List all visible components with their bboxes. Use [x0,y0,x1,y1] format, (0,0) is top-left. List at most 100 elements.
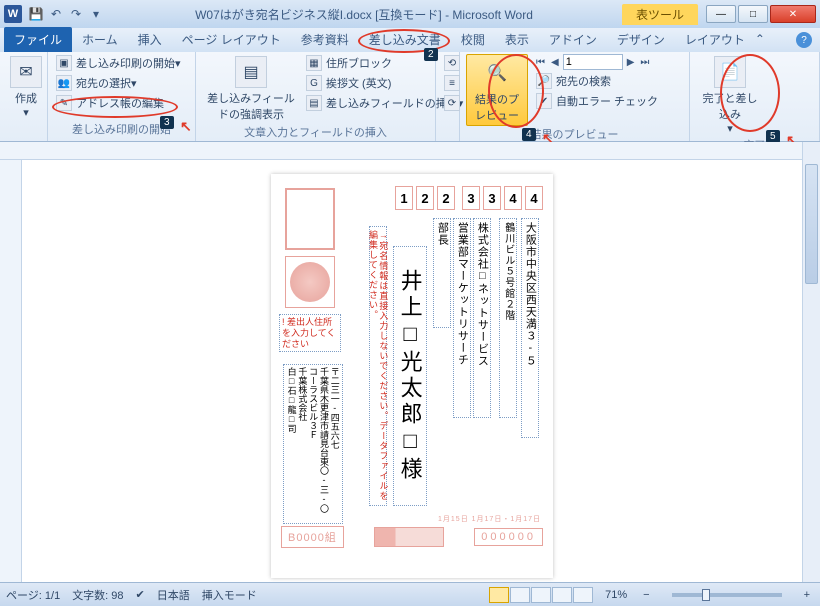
update-icon: ⟳ [444,95,460,111]
view-draft[interactable] [573,587,593,603]
start-label: 差し込み印刷の開始 [76,55,175,71]
ruler-horizontal[interactable] [0,142,802,160]
zoom-in-button[interactable]: + [800,589,814,601]
last-record-button[interactable]: ⏭ [638,57,651,68]
check-icon: ✔ [536,93,552,109]
vertical-scrollbar[interactable] [802,142,820,582]
lottery-group-number: B0000組 [281,526,344,548]
highlight-label: 差し込みフィールドの強調表示 [206,90,296,122]
find-icon: 🔎 [536,73,552,89]
finish-merge-button[interactable]: 📄完了と差し込み▾ [696,54,764,137]
lottery-serial-number: 000000 [474,528,543,546]
app-icon: W [4,5,22,23]
auto-check-label: 自動エラー チェック [556,93,658,109]
tab-view[interactable]: 表示 [495,27,539,52]
tab-references[interactable]: 参考資料 [291,27,359,52]
group-start-label: 差し込み印刷の開始 [54,121,189,139]
tab-page-layout[interactable]: ページ レイアウト [172,27,291,52]
recipient-department-field[interactable]: 営業部マーケットリサーチ [453,218,471,418]
preview-results-button[interactable]: 🔍結果のプレビュー [466,54,528,126]
auto-check-errors-button[interactable]: ✔自動エラー チェック [534,92,660,110]
view-outline[interactable] [552,587,572,603]
sender-block[interactable]: 白□石□龍□司 千葉株式会社 コーラスビル３Ｆ 千葉県木更津市請見台東〇‐三‐〇… [283,364,343,524]
zoom-slider[interactable] [672,593,782,597]
postcard-bottom-band: B0000組 000000 [281,526,543,548]
edit-recipients-label: アドレス帳の編集 [76,95,164,111]
find-recipient-button[interactable]: 🔎宛先の検索 [534,72,660,90]
status-word-count[interactable]: 文字数: 98 [72,587,123,603]
crane-decoration [374,527,444,547]
document-area: ! 差出人住所を入力してください 1 2 2 3 3 4 4 大阪市中央区西天満… [0,142,802,582]
edit-recipient-list-button[interactable]: ✎アドレス帳の編集 [54,94,183,112]
recipients-icon: 👥 [56,75,72,91]
zoom-out-button[interactable]: − [639,589,653,601]
create-button[interactable]: ✉作成▾ [6,54,46,121]
select-recipients-label: 宛先の選択 [76,75,131,91]
tab-file[interactable]: ファイル [4,27,72,52]
recipient-company-field[interactable]: 株式会社□ネットサービス [473,218,491,418]
contextual-tab-table-tools[interactable]: 表ツール [622,4,698,25]
status-proofing-icon[interactable]: ✔ [136,588,145,601]
tab-home[interactable]: ホーム [72,27,128,52]
recipient-title-field[interactable]: 部長 [433,218,451,328]
maximize-button[interactable]: □ [738,5,768,23]
preview-icon: 🔍 [481,57,513,89]
tab-insert[interactable]: 挿入 [128,27,172,52]
select-recipients-button[interactable]: 👥宛先の選択 ▾ [54,74,183,92]
zoom-slider-knob[interactable] [702,589,710,601]
status-page[interactable]: ページ: 1/1 [6,587,60,603]
view-full-screen[interactable] [510,587,530,603]
qat-save[interactable]: 💾 [27,5,45,23]
tab-addin[interactable]: アドイン [539,27,607,52]
ruler-vertical[interactable] [0,160,22,582]
tab-design[interactable]: デザイン [607,27,675,52]
finish-label: 完了と差し込み [700,90,760,122]
scroll-thumb[interactable] [805,164,818,284]
start-mail-merge-button[interactable]: ▣差し込み印刷の開始 ▾ [54,54,183,72]
next-record-button[interactable]: ▶ [625,57,637,68]
status-zoom-value[interactable]: 71% [605,589,627,601]
document-canvas[interactable]: ! 差出人住所を入力してください 1 2 2 3 3 4 4 大阪市中央区西天満… [22,160,802,582]
close-button[interactable]: ✕ [770,5,816,23]
recipient-building-field[interactable]: 鶴川ビル５号館２階 [499,218,517,418]
sender-company: 千葉株式会社 [297,367,307,521]
minimize-button[interactable]: — [706,5,736,23]
first-record-button[interactable]: ⏮ [534,57,547,68]
sender-addr1: 〒二三一‐四五六七 [329,367,339,521]
address-block-label: 住所ブロック [326,55,392,71]
tab-mailings[interactable]: 差し込み文書 [359,27,451,52]
postcode-cell: 2 [437,186,455,210]
insert-field-icon: ▤ [306,95,322,111]
edit-icon: ✎ [56,95,72,111]
status-insert-mode[interactable]: 挿入モード [202,587,257,603]
tab-review[interactable]: 校閲 [451,27,495,52]
highlight-merge-fields-button[interactable]: ▤差し込みフィールドの強調表示 [202,54,300,124]
prev-record-button[interactable]: ◀ [549,57,561,68]
status-bar: ページ: 1/1 文字数: 98 ✔ 日本語 挿入モード 71% − + [0,582,820,606]
recipient-name-field[interactable]: 井上□光太郎□様 [393,246,427,506]
warn-text: →宛名情報は直接入力しないでください。データファイルを編集してください。 [368,230,389,502]
tab-layout[interactable]: レイアウト [675,27,755,52]
qat-more[interactable]: ▾ [87,5,105,23]
ribbon: ✉作成▾ ▣差し込み印刷の開始 ▾ 👥宛先の選択 ▾ ✎アドレス帳の編集 差し込… [0,52,820,142]
postcode-cell: 4 [525,186,543,210]
minimize-ribbon-button[interactable]: ⌃ [755,32,767,46]
rules-icon: ⟲ [444,55,460,71]
qat-undo[interactable]: ↶ [47,5,65,23]
name-text: 井上□光太郎□様 [397,269,422,483]
highlight-icon: ▤ [235,56,267,88]
postcode-boxes: 1 2 2 3 3 4 4 [395,186,543,210]
view-web-layout[interactable] [531,587,551,603]
envelope-icon: ✉ [10,56,42,88]
recipient-address-field[interactable]: 大阪市中央区西天満３‐５ [521,218,539,438]
start-icon: ▣ [56,55,72,71]
status-language[interactable]: 日本語 [157,587,190,603]
group-write-label: 文章入力とフィールドの挿入 [202,124,429,142]
lottery-date-text: 1月15日 1月17日・1月17日 [438,514,541,524]
record-number-input[interactable] [563,54,623,70]
qat-redo[interactable]: ↷ [67,5,85,23]
view-print-layout[interactable] [489,587,509,603]
greeting-icon: G [306,75,322,91]
greeting-line-label: 挨拶文 (英文) [326,75,391,91]
help-icon[interactable]: ? [796,32,812,48]
